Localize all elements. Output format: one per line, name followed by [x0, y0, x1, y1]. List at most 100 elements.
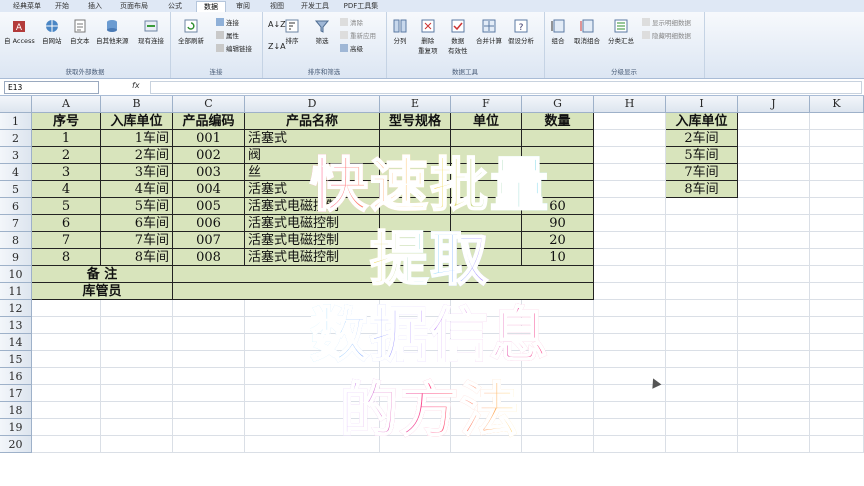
- side-table-cell[interactable]: 5车间: [666, 147, 738, 164]
- cell[interactable]: [666, 334, 738, 351]
- cell[interactable]: [666, 283, 738, 300]
- row-header-7[interactable]: 7: [0, 215, 32, 232]
- cell[interactable]: [666, 249, 738, 266]
- cell[interactable]: [810, 266, 864, 283]
- tab-6[interactable]: 审阅: [228, 1, 258, 12]
- refresh-all-button[interactable]: 全部刷新: [178, 18, 204, 45]
- group-button[interactable]: 组合: [550, 18, 566, 45]
- what-if-analysis-button[interactable]: ? 假设分析: [508, 18, 534, 45]
- cell[interactable]: [810, 300, 864, 317]
- row-header-8[interactable]: 8: [0, 232, 32, 249]
- cell[interactable]: [666, 419, 738, 436]
- cell[interactable]: [32, 300, 101, 317]
- select-all-corner[interactable]: [0, 96, 32, 113]
- table-cell-unit[interactable]: 7车间: [101, 232, 173, 249]
- cell[interactable]: [738, 385, 810, 402]
- table-cell-no[interactable]: 3: [32, 164, 101, 181]
- cell[interactable]: [666, 300, 738, 317]
- table-header-cell[interactable]: 产品编码: [173, 113, 245, 130]
- cell[interactable]: [810, 368, 864, 385]
- edit-links-button[interactable]: 编辑链接: [216, 43, 252, 53]
- cell[interactable]: [738, 317, 810, 334]
- table-header-cell[interactable]: 产品名称: [245, 113, 380, 130]
- cell[interactable]: [594, 113, 666, 130]
- properties-button[interactable]: 属性: [216, 30, 239, 40]
- sort-az-button[interactable]: A↓Z: [268, 20, 286, 29]
- cell[interactable]: [810, 198, 864, 215]
- cell[interactable]: [101, 436, 173, 453]
- cell[interactable]: [101, 385, 173, 402]
- row-header-3[interactable]: 3: [0, 147, 32, 164]
- remove-duplicates-button[interactable]: 删除 重复项: [418, 18, 438, 55]
- column-header-C[interactable]: C: [173, 96, 245, 113]
- from-access-button[interactable]: A自 Access: [4, 18, 35, 45]
- table-header-cell[interactable]: 入库单位: [101, 113, 173, 130]
- cell[interactable]: [666, 317, 738, 334]
- row-header-18[interactable]: 18: [0, 402, 32, 419]
- table-header-cell[interactable]: 型号规格: [380, 113, 451, 130]
- row-header-1[interactable]: 1: [0, 113, 32, 130]
- table-cell-unit[interactable]: 4车间: [101, 181, 173, 198]
- cell[interactable]: [738, 215, 810, 232]
- row-header-11[interactable]: 11: [0, 283, 32, 300]
- subtotal-button[interactable]: 分类汇总: [608, 18, 634, 45]
- tab-9[interactable]: PDF工具集: [338, 1, 384, 12]
- from-other-sources-button[interactable]: 自其他来源: [96, 18, 129, 45]
- row-header-12[interactable]: 12: [0, 300, 32, 317]
- cell[interactable]: [738, 232, 810, 249]
- cell[interactable]: [101, 351, 173, 368]
- row-header-2[interactable]: 2: [0, 130, 32, 147]
- table-cell-no[interactable]: 5: [32, 198, 101, 215]
- remark-label[interactable]: 备 注: [32, 266, 173, 283]
- row-header-17[interactable]: 17: [0, 385, 32, 402]
- cell[interactable]: [738, 283, 810, 300]
- existing-connections-button[interactable]: 现有连接: [138, 18, 164, 45]
- cell[interactable]: [666, 266, 738, 283]
- tab-3[interactable]: 页面布局: [114, 1, 154, 12]
- table-cell-no[interactable]: 4: [32, 181, 101, 198]
- cell[interactable]: [810, 130, 864, 147]
- cell[interactable]: [810, 436, 864, 453]
- table-cell-unit[interactable]: 2车间: [101, 147, 173, 164]
- cell[interactable]: [810, 147, 864, 164]
- cell[interactable]: [738, 436, 810, 453]
- row-header-5[interactable]: 5: [0, 181, 32, 198]
- column-header-D[interactable]: D: [245, 96, 380, 113]
- side-table-cell[interactable]: 8车间: [666, 181, 738, 198]
- tab-8[interactable]: 开发工具: [296, 1, 334, 12]
- cell[interactable]: [810, 334, 864, 351]
- cell[interactable]: [32, 368, 101, 385]
- tab-0[interactable]: 经典菜单: [10, 1, 44, 12]
- table-header-cell[interactable]: 序号: [32, 113, 101, 130]
- cell[interactable]: [666, 198, 738, 215]
- table-cell-no[interactable]: 6: [32, 215, 101, 232]
- tab-4[interactable]: 公式: [158, 1, 192, 12]
- cell[interactable]: [810, 215, 864, 232]
- cell[interactable]: [810, 249, 864, 266]
- cell[interactable]: [32, 317, 101, 334]
- filter-button[interactable]: 筛选: [314, 18, 330, 45]
- row-header-15[interactable]: 15: [0, 351, 32, 368]
- table-cell-no[interactable]: 2: [32, 147, 101, 164]
- tab-7[interactable]: 视图: [262, 1, 292, 12]
- clear-filter-button[interactable]: 清除: [340, 17, 363, 27]
- cell[interactable]: [738, 300, 810, 317]
- cell[interactable]: [738, 249, 810, 266]
- connections-button[interactable]: 连接: [216, 17, 239, 27]
- show-detail-button[interactable]: 显示明细数据: [642, 17, 691, 27]
- cell[interactable]: [101, 368, 173, 385]
- cell[interactable]: [810, 113, 864, 130]
- cell[interactable]: [738, 147, 810, 164]
- cell[interactable]: [101, 334, 173, 351]
- cell[interactable]: [32, 334, 101, 351]
- column-header-E[interactable]: E: [380, 96, 451, 113]
- cell[interactable]: [810, 317, 864, 334]
- cell[interactable]: [810, 164, 864, 181]
- table-cell-unit[interactable]: 5车间: [101, 198, 173, 215]
- cell[interactable]: [32, 385, 101, 402]
- cell[interactable]: [666, 232, 738, 249]
- table-header-cell[interactable]: 单位: [451, 113, 522, 130]
- column-header-F[interactable]: F: [451, 96, 522, 113]
- cell[interactable]: [738, 198, 810, 215]
- table-cell-unit[interactable]: 6车间: [101, 215, 173, 232]
